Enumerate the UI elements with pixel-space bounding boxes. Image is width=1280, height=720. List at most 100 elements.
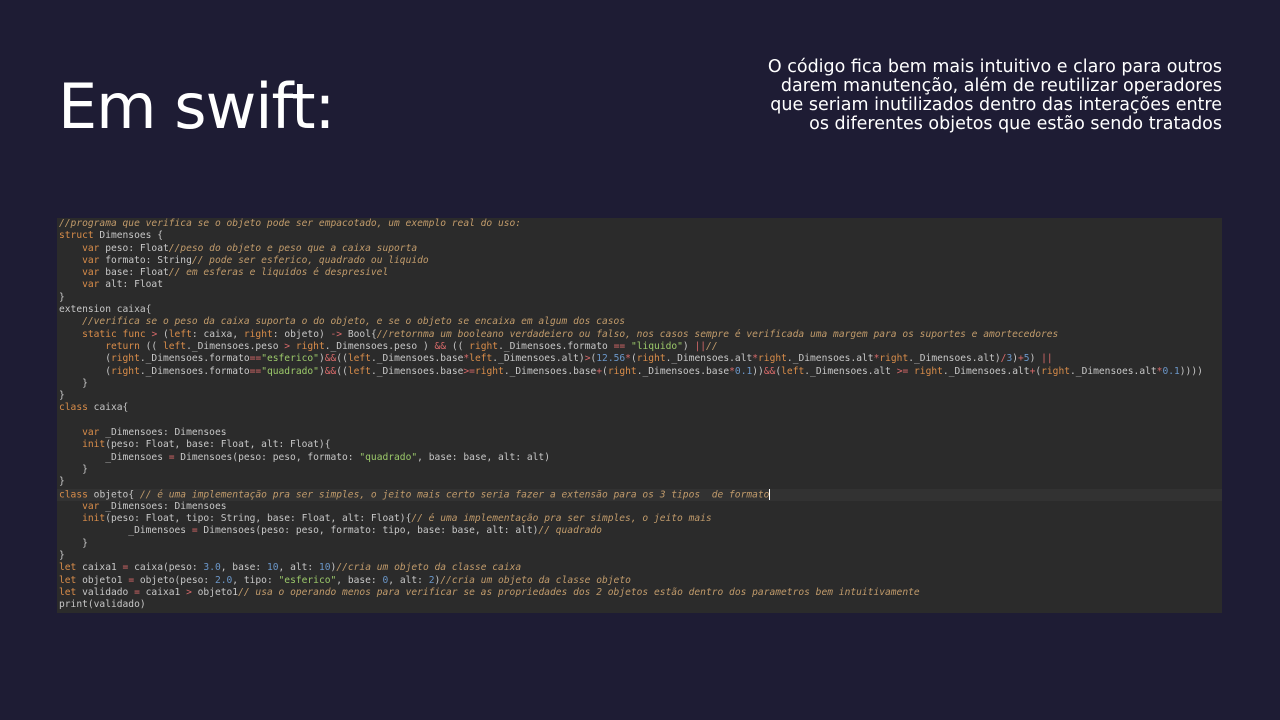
code-token: _Dimensoes: Dimensoes <box>99 500 227 512</box>
code-token: "liquido" <box>630 340 683 352</box>
code-line: var base: Float// em esferas e liquidos … <box>57 267 1222 279</box>
code-token: right <box>636 353 666 365</box>
code-token: var <box>82 279 100 291</box>
code-token: } <box>59 291 65 303</box>
code-token: //cria um objeto da classe caixa <box>336 562 522 574</box>
code-line: init(peso: Float, base: Float, alt: Floa… <box>57 439 1222 451</box>
code-line: var alt: Float <box>57 279 1222 291</box>
code-token: ._Dimensoes.alt <box>1070 365 1157 377</box>
code-token: (( <box>139 340 163 352</box>
code-token: ._Dimensoes.peso ) <box>324 340 435 352</box>
code-token: // pode ser esferico, quadrado ou liquid… <box>191 254 429 266</box>
code-token: right <box>607 365 637 377</box>
code-token: , alt: <box>278 562 319 574</box>
code-token: formato: String <box>99 254 192 266</box>
code-line: //programa que verifica se o objeto pode… <box>57 218 1222 230</box>
code-line: } <box>57 550 1222 562</box>
code-line: extension caixa{ <box>57 304 1222 316</box>
code-token: //programa que verifica se o objeto pode… <box>59 218 522 229</box>
code-line: var formato: String// pode ser esferico,… <box>57 255 1222 267</box>
code-token: var <box>82 267 100 279</box>
code-token: (( <box>446 340 470 352</box>
code-line: print(validado) <box>57 599 1222 611</box>
code-token: 3.0 <box>203 562 221 574</box>
code-token: ( <box>157 328 169 340</box>
code-token: Dimensoes { <box>93 230 163 242</box>
code-token: == <box>249 353 262 365</box>
code-token: 10 <box>318 562 331 574</box>
code-token: ._Dimensoes.formato <box>498 340 614 352</box>
code-token: Bool{ <box>342 328 377 340</box>
code-token: // <box>706 340 718 352</box>
code-token: ) <box>1029 353 1042 365</box>
code-token: == <box>249 365 262 377</box>
code-token: 2.0 <box>214 574 233 586</box>
code-token: ( <box>59 365 111 377</box>
code-token: ._Dimensoes.base <box>503 365 597 377</box>
code-token: , tipo: <box>232 574 279 586</box>
code-token: >= <box>896 365 909 377</box>
code-token: class <box>59 402 88 414</box>
code-line: } <box>57 464 1222 476</box>
code-line: //verifica se o peso da caixa suporta o … <box>57 316 1222 328</box>
code-token: "esferico" <box>278 574 337 586</box>
code-token: right <box>469 340 499 352</box>
code-token: objeto1 <box>191 586 239 598</box>
code-screenshot: //programa que verifica se o objeto pode… <box>57 218 1222 613</box>
code-token: var <box>82 500 100 512</box>
code-token: alt: Float <box>99 279 163 291</box>
code-token: ._Dimensoes.alt <box>942 365 1030 377</box>
code-token: right <box>110 365 140 377</box>
code-token: ) <box>682 340 695 352</box>
code-line: var peso: Float//peso do objeto e peso q… <box>57 243 1222 255</box>
code-token: right <box>879 353 909 365</box>
code-token: 12.56 <box>596 353 626 365</box>
code-token: init <box>82 439 106 451</box>
code-token: validado <box>76 586 135 598</box>
code-token: caixa1 <box>76 562 123 574</box>
code-line: } <box>57 390 1222 402</box>
code-line: let caixa1 = caixa(peso: 3.0, base: 10, … <box>57 562 1222 574</box>
code-line: var _Dimensoes: Dimensoes <box>57 501 1222 513</box>
code-token: ._Dimensoes.formato <box>139 365 250 377</box>
text-cursor <box>769 488 771 500</box>
code-token: , base: base, alt: alt) <box>417 451 550 463</box>
code-line: (right._Dimensoes.formato=="quadrado")&&… <box>57 366 1222 378</box>
code-token: // quadrado <box>538 525 602 537</box>
code-token: let <box>59 562 77 574</box>
code-token: } <box>59 476 65 488</box>
code-token: right <box>110 353 140 365</box>
code-token: left <box>168 328 192 340</box>
code-token: )))) <box>1179 365 1203 377</box>
code-token: right <box>295 340 325 352</box>
code-token: left <box>162 340 187 352</box>
code-token: //verifica se o peso da caixa suporta o … <box>82 316 626 328</box>
code-token: // é uma implementação pra ser simples, … <box>411 513 712 525</box>
code-line: } <box>57 292 1222 304</box>
code-token: (( <box>336 353 348 365</box>
code-token: >= <box>463 365 475 377</box>
code-token: ._Dimensoes.alt <box>786 353 874 365</box>
code-token: objeto{ <box>87 489 140 501</box>
code-token: 0.1 <box>1162 365 1180 377</box>
code-token: init <box>82 513 106 525</box>
code-token: // é uma implementação pra ser simples, … <box>139 489 770 501</box>
code-token: var <box>82 254 100 266</box>
slide-title: Em swift: <box>58 70 335 143</box>
code-token: caixa(peso: <box>128 562 204 574</box>
code-line: } <box>57 378 1222 390</box>
code-token: left <box>781 365 805 377</box>
code-token: base: Float <box>99 267 169 279</box>
code-token: // usa o operando menos para verificar s… <box>238 586 920 598</box>
code-token: class <box>59 489 88 501</box>
code-token: } <box>59 377 88 389</box>
code-token: , alt: <box>388 574 429 586</box>
code-token: } <box>59 463 88 475</box>
